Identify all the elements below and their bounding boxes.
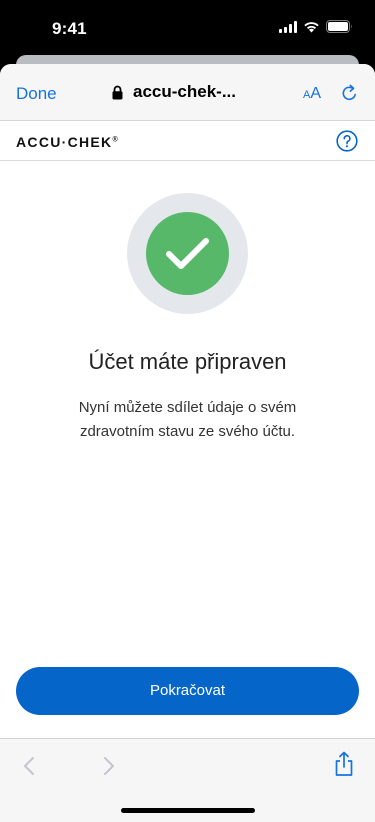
wifi-icon [304,21,319,32]
forward-arrow-icon[interactable] [102,755,116,777]
site-header: ACCU·CHEK® [0,121,375,161]
text-size-large-label: A [310,85,322,102]
text-size-button[interactable]: AA [303,85,321,103]
accu-chek-logo[interactable]: ACCU·CHEK® [16,134,118,150]
phone-screen: 9:41 Done accu-chek-... AA ACCU·CHEK® Úč… [0,0,375,822]
status-time: 9:41 [52,19,87,38]
logo-text: ACCU·CHEK [16,134,113,150]
browser-sheet: Done accu-chek-... AA ACCU·CHEK® Účet má… [0,64,375,822]
continue-button[interactable]: Pokračovat [16,667,359,715]
browser-nav-bar: Done accu-chek-... AA [0,64,375,121]
checkmark-icon [166,238,209,269]
status-icons [279,20,353,33]
share-icon[interactable] [333,751,355,777]
address-bar[interactable]: accu-chek-... [112,82,236,102]
done-button[interactable]: Done [16,84,57,104]
page-description: Nyní můžete sdílet údaje o svém zdravotn… [78,399,297,440]
url-text: accu-chek-... [133,82,236,101]
page-title: Účet máte připraven [88,349,287,374]
cellular-signal-icon [279,20,297,33]
web-page: ACCU·CHEK® Účet máte připraven Nyní může… [0,121,375,738]
success-inner-circle [146,212,229,295]
battery-icon [326,20,352,33]
reload-icon[interactable] [341,84,358,102]
browser-toolbar [0,738,375,822]
registered-mark: ® [112,136,118,144]
status-bar: 9:41 [0,0,375,56]
help-icon[interactable] [336,130,358,152]
lock-icon [112,85,123,99]
home-indicator[interactable] [121,808,255,813]
back-arrow-icon[interactable] [22,755,36,777]
success-badge [127,193,248,314]
